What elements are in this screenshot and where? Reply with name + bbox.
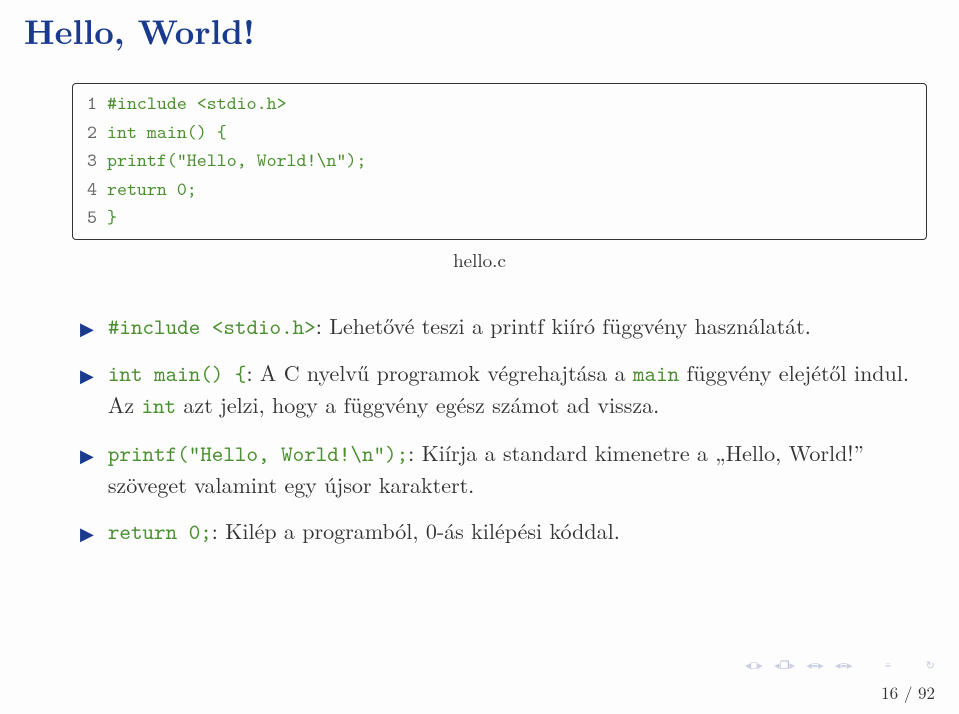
bullet-text: return 0;: Kilép a programból, 0-ás kilé…	[108, 516, 917, 548]
lineno: 3	[73, 147, 97, 176]
bullet-item: ▶ return 0;: Kilép a programból, 0-ás ki…	[80, 516, 917, 548]
bullet-marker-icon: ▶	[80, 443, 94, 468]
code-inline: return 0;	[108, 517, 212, 546]
footer: ◂□▸ ◂❐▸ ◂≡▸ ◂≡▸ ≡ ↻ 16 / 92	[745, 651, 935, 704]
line-numbers: 1 2 3 4 5	[73, 90, 107, 233]
code-line: #include <stdio.h>	[107, 90, 926, 119]
lineno: 1	[73, 90, 97, 119]
code-line: int main() {	[107, 119, 926, 148]
bullet-text: int main() {: A C nyelvű programok végre…	[108, 358, 917, 422]
nav-bar: ◂□▸ ◂❐▸ ◂≡▸ ◂≡▸ ≡ ↻	[745, 651, 935, 674]
nav-first-icon[interactable]: ◂□▸	[745, 658, 763, 673]
bullet-marker-icon: ▶	[80, 521, 94, 546]
code-caption: hello.c	[24, 246, 935, 273]
bullet-text: #include <stdio.h>: Lehetővé teszi a pri…	[108, 311, 917, 343]
code-block: 1 2 3 4 5 #include <stdio.h> int main() …	[72, 83, 927, 240]
bullet-marker-icon: ▶	[80, 316, 94, 341]
code-line: printf("Hello, World!\n");	[107, 147, 926, 176]
bullet-item: ▶ #include <stdio.h>: Lehetővé teszi a p…	[80, 311, 917, 343]
bullet-item: ▶ printf("Hello, World!\n");: Kiírja a s…	[80, 438, 917, 501]
code-line: }	[107, 204, 926, 233]
code-inline: printf("Hello, World!\n");	[108, 439, 408, 468]
code-inline: #include <stdio.h>	[108, 312, 316, 341]
bullet-text: printf("Hello, World!\n");: Kiírja a sta…	[108, 438, 917, 501]
nav-next-icon[interactable]: ◂≡▸	[806, 658, 823, 673]
bullet-item: ▶ int main() {: A C nyelvű programok vég…	[80, 358, 917, 422]
page-number: 16 / 92	[745, 680, 935, 704]
lineno: 4	[73, 176, 97, 205]
nav-last-icon[interactable]: ◂≡▸	[835, 658, 852, 673]
lineno: 5	[73, 204, 97, 233]
nav-mode-icon[interactable]: ≡	[885, 658, 891, 673]
bullet-list: ▶ #include <stdio.h>: Lehetővé teszi a p…	[80, 311, 917, 549]
code-line: return 0;	[107, 176, 926, 205]
code-inline: int main() {	[108, 359, 247, 388]
code-content: #include <stdio.h> int main() { printf("…	[107, 90, 926, 233]
code-inline: int	[141, 391, 176, 420]
lineno: 2	[73, 119, 97, 148]
slide-title: Hello, World!	[24, 0, 935, 83]
code-inline: main	[633, 359, 679, 388]
nav-cycle-icon[interactable]: ↻	[926, 658, 935, 673]
nav-prev-icon[interactable]: ◂❐▸	[774, 658, 795, 673]
bullet-marker-icon: ▶	[80, 363, 94, 388]
